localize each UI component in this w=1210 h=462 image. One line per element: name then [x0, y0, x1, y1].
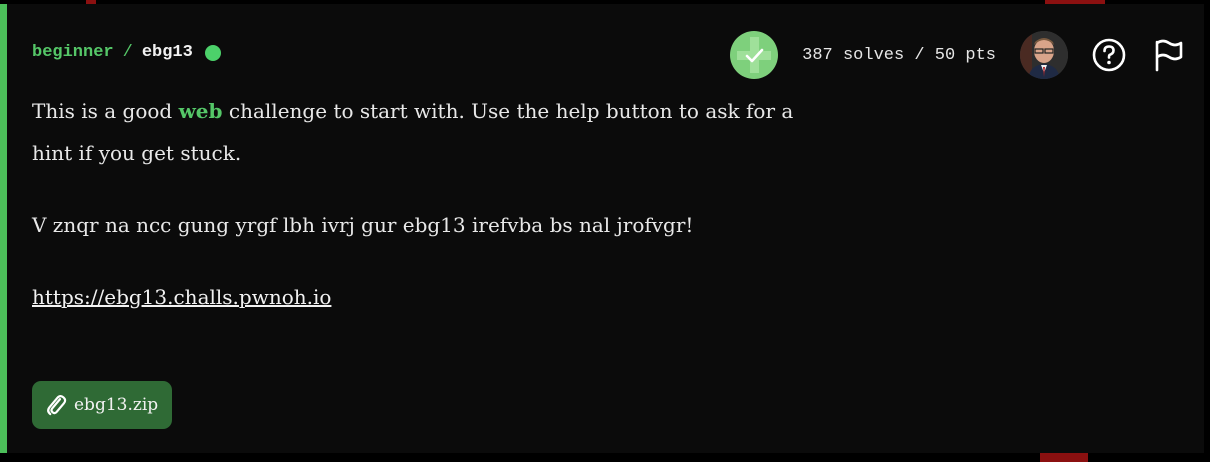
solves-points: 387 solves / 50 pts — [802, 45, 996, 65]
challenge-card: beginner / ebg13 387 solves / 50 pts Thi… — [0, 4, 1204, 453]
challenge-toolbar: 387 solves / 50 pts — [730, 30, 1186, 80]
cipher-text: V znqr na ncc gung yrgf lbh ivrj gur ebg… — [32, 213, 694, 237]
category-label[interactable]: beginner — [32, 43, 114, 62]
challenge-link[interactable]: https://ebg13.challs.pwnoh.io — [32, 285, 331, 309]
attachment-filename: ebg13.zip — [74, 395, 159, 415]
avatar[interactable] — [1020, 31, 1068, 79]
background-decoration — [1040, 453, 1088, 462]
solved-badge-icon — [730, 31, 779, 79]
category-keyword: web — [178, 99, 223, 123]
flag-button[interactable] — [1152, 38, 1186, 72]
flag-icon — [1155, 39, 1183, 72]
challenge-description: This is a good web challenge to start wi… — [32, 90, 832, 318]
description-intro: This is a good web challenge to start wi… — [32, 99, 794, 165]
status-dot-icon — [204, 44, 221, 61]
challenge-title: ebg13 — [141, 43, 193, 62]
breadcrumb-separator: / — [122, 43, 133, 62]
help-button[interactable] — [1092, 38, 1126, 72]
help-icon — [1092, 38, 1126, 72]
paperclip-icon — [44, 393, 68, 417]
challenge-header: beginner / ebg13 387 solves / 50 pts — [32, 30, 1186, 80]
attachment-download-button[interactable]: ebg13.zip — [32, 381, 173, 429]
breadcrumb: beginner / ebg13 — [32, 43, 221, 62]
